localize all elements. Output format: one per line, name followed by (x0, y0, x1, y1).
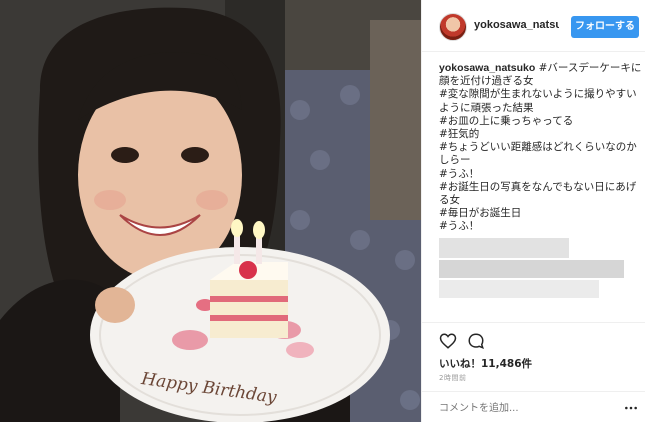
caption-line: ように頑張った結果 (439, 101, 534, 114)
blurred-block (439, 238, 569, 258)
more-options-icon[interactable] (624, 401, 638, 415)
post-timestamp[interactable]: 2時間前 (439, 373, 466, 383)
caption-line[interactable]: #変な隙間が生まれないように撮りやすい (439, 88, 639, 101)
header-username[interactable]: yokosawa_natsuko (474, 19, 559, 31)
blurred-block (439, 260, 624, 278)
comment-bar (422, 391, 645, 422)
post-caption: yokosawa_natsuko #バースデーケーキに 顔を近付け過ぎる女 #変… (439, 62, 642, 234)
caption-line[interactable]: #お誕生日の写真をなんでもない日にあげ (439, 181, 639, 194)
caption-line[interactable]: #ちょうどいい距離感はどれくらいなのか (439, 141, 639, 154)
caption-line: る女 (439, 194, 460, 207)
caption-line[interactable]: #毎日がお誕生日 (439, 207, 639, 220)
post-actions: いいね！11,486件 2時間前 (422, 322, 645, 422)
caption-first-line: yokosawa_natsuko #バースデーケーキに (439, 62, 642, 75)
avatar[interactable] (439, 13, 467, 41)
caption-line: しらー (439, 154, 471, 167)
caption-line[interactable]: #お皿の上に乗っちゃってる (439, 115, 639, 128)
plate-writing: Happy Birthday (139, 369, 278, 408)
follow-button[interactable]: フォローする (571, 16, 639, 38)
heart-icon[interactable] (439, 332, 457, 350)
caption-username[interactable]: yokosawa_natsuko (439, 62, 535, 74)
post-header: yokosawa_natsuko フォローする (422, 0, 645, 52)
likes-count[interactable]: いいね！11,486件 (439, 356, 532, 371)
caption-line[interactable]: #うふ！ (439, 168, 639, 181)
blurred-comments (439, 238, 639, 300)
caption-line[interactable]: #狂気的 (439, 128, 639, 141)
post-photo[interactable]: Happy Birthday (0, 0, 421, 422)
comment-icon[interactable] (467, 332, 485, 350)
caption-line[interactable]: #バースデーケーキに (535, 62, 642, 74)
caption-line[interactable]: #うふ！ (439, 220, 639, 233)
post-side-panel: yokosawa_natsuko フォローする yokosawa_natsuko… (421, 0, 645, 422)
comment-input[interactable] (439, 400, 609, 416)
blurred-block (439, 280, 599, 298)
caption-line: 顔を近付け過ぎる女 (439, 75, 534, 88)
plate-text: Happy Birthday (139, 369, 278, 408)
